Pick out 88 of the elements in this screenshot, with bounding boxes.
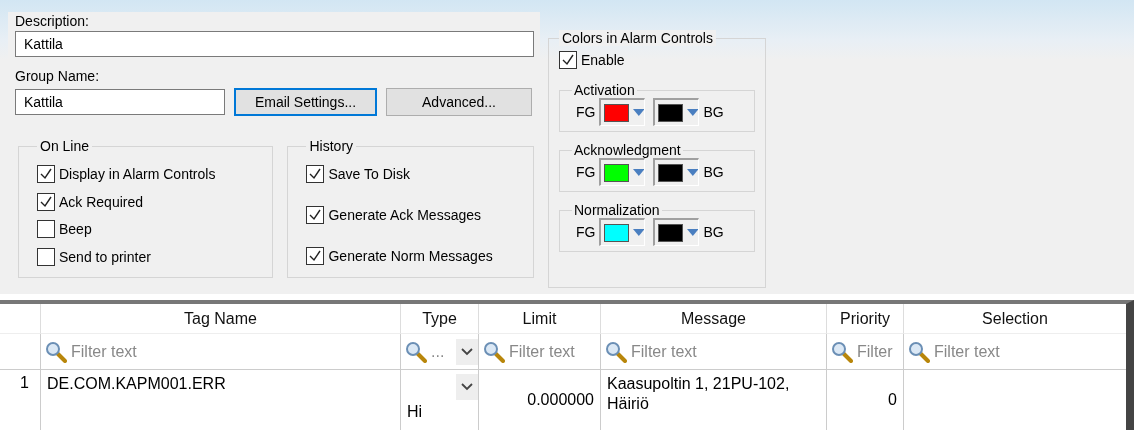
column-header[interactable]: Type [400,304,478,334]
column-header[interactable]: Tag Name [40,304,400,334]
color-picker[interactable] [599,98,646,126]
checkbox[interactable]: Enable [559,48,755,72]
description-label: Description: [15,12,90,31]
filter-field[interactable]: ... [400,334,478,370]
search-icon [605,340,627,363]
filter-field[interactable]: Filter text [40,334,400,370]
checkbox[interactable]: Send to printer [37,245,255,269]
checkbox[interactable]: Generate Ack Messages [306,203,515,227]
checkbox[interactable]: Beep [37,217,255,242]
search-icon [483,340,505,363]
table-cell: Hi [400,370,478,430]
group-title: Activation [573,82,636,98]
checkbox[interactable]: Generate Norm Messages [306,244,515,268]
checkbox-box[interactable] [37,164,55,183]
dropdown-arrow-icon[interactable] [632,169,645,176]
cell-dropdown[interactable] [456,374,478,400]
checkbox-label: Generate Norm Messages [328,248,493,264]
bg-label: BG [703,224,724,240]
checkbox-label: Display in Alarm Controls [59,165,216,182]
filter-field[interactable]: Filter text [600,334,826,370]
search-icon [45,340,67,363]
filter-placeholder: Filter text [631,342,697,361]
fg-label: FG [576,104,596,120]
filter-placeholder: ... [431,342,445,361]
checkbox-box[interactable] [306,247,325,265]
chevron-down-icon[interactable] [461,347,473,356]
group-name-label: Group Name: [15,67,101,86]
filter-field[interactable]: Filter text [903,334,1126,370]
bg-label: BG [703,104,724,120]
group-title: Normalization [573,202,661,218]
group-title: History [308,138,355,154]
checkbox[interactable]: Ack Required [37,189,255,214]
bg-label: BG [703,164,724,180]
color-picker[interactable] [653,98,700,126]
color-picker[interactable] [599,218,646,246]
color-picker[interactable] [599,158,646,186]
table-cell: 0.000000 [478,370,600,430]
table-cell: Kaasupoltin 1, 21PU-102, Häiriö [600,370,826,430]
checkbox-label: Save To Disk [328,166,410,182]
fg-label: FG [576,164,596,180]
checkbox-label: Ack Required [59,193,144,210]
advanced-button[interactable]: Advanced... [386,88,532,116]
checkbox[interactable]: Save To Disk [306,162,515,186]
checkbox[interactable]: Display in Alarm Controls [37,162,255,186]
filter-dropdown[interactable] [456,338,478,365]
fg-label: FG [576,224,596,240]
checkbox-label: Enable [581,52,625,68]
group-title: Colors in Alarm Controls [559,30,716,46]
email-settings-button[interactable]: Email Settings... [234,88,377,116]
column-header[interactable]: Limit [478,304,600,334]
color-picker[interactable] [653,218,700,246]
filter-placeholder: Filter text [509,342,575,361]
row-number: 1 [19,373,30,393]
filter-placeholder: Filter text [71,342,137,361]
dropdown-arrow-icon[interactable] [686,109,699,116]
filter-field[interactable]: Filter text [478,334,600,370]
checkbox-box[interactable] [306,206,325,224]
checkbox-box[interactable] [37,248,55,267]
dropdown-arrow-icon[interactable] [686,229,699,236]
filter-placeholder: Filter [857,342,893,361]
chevron-down-icon[interactable] [461,383,473,391]
group-title: On Line [39,138,91,154]
group-name-field[interactable]: Kattila [15,89,225,115]
checkbox-box[interactable] [37,192,55,211]
column-header[interactable]: Priority [826,304,903,334]
search-icon [908,340,930,363]
dropdown-arrow-icon[interactable] [632,109,645,116]
checkbox-box[interactable] [37,220,55,239]
checkbox-box[interactable] [559,51,577,69]
dropdown-arrow-icon[interactable] [632,229,645,236]
group-title: Acknowledgment [573,142,682,158]
table-cell: DE.COM.KAPM001.ERR [40,370,400,430]
table-cell: 0 [826,370,903,430]
search-icon [831,340,853,363]
search-icon [405,340,427,363]
checkbox-box[interactable] [306,165,325,183]
checkbox-label: Beep [59,221,92,238]
filter-placeholder: Filter text [934,342,1000,361]
dropdown-arrow-icon[interactable] [686,169,699,176]
description-field[interactable]: Kattila [15,31,534,57]
checkbox-label: Generate Ack Messages [328,207,481,223]
color-picker[interactable] [653,158,700,186]
column-header[interactable]: Message [600,304,826,334]
checkbox-label: Send to printer [59,249,151,266]
column-header[interactable]: Selection [903,304,1126,334]
filter-field[interactable]: Filter [826,334,903,370]
